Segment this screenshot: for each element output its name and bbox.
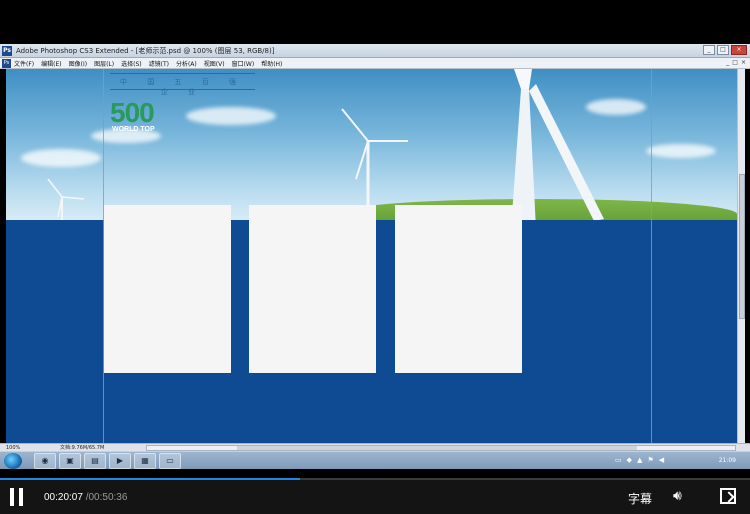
brand-number: 500 [110, 97, 155, 128]
menu-bar: Ps 文件(F) 编辑(E) 图像(I) 图层(L) 选择(S) 滤镜(T) 分… [0, 58, 750, 69]
pause-icon [10, 488, 14, 506]
content-card[interactable] [395, 205, 522, 373]
photoshop-icon: Ps [2, 45, 12, 56]
menu-select[interactable]: 选择(S) [121, 59, 142, 68]
current-time: 00:20:07 [44, 492, 83, 503]
network-icon[interactable]: ▲ [637, 456, 642, 464]
clock[interactable]: 21:09 [719, 457, 736, 464]
brand-divider [110, 73, 255, 74]
screen: Ps Adobe Photoshop CS3 Extended - [老师示范.… [0, 0, 750, 514]
pause-icon [19, 488, 23, 506]
content-card[interactable] [249, 205, 376, 373]
document-icon[interactable]: ▭ [159, 453, 181, 469]
video-player-controls: 00:20:07 /00:50:36 字幕 🔊︎ [0, 480, 750, 514]
brand-title-cn: 中 国 五 百 强 企 业 [120, 78, 245, 96]
scrollbar-thumb[interactable] [237, 446, 637, 450]
pause-button[interactable] [10, 488, 24, 506]
duration: /00:50:36 [85, 492, 128, 503]
brand-subtitle: WORLD TOP [112, 126, 155, 133]
wind-turbine-icon [341, 108, 408, 205]
guide-line [651, 69, 652, 443]
menu-view[interactable]: 视图(V) [204, 59, 225, 68]
windows-taskbar: ◉ ▣ ▤ ▶ ▦ ▭ ▭ ◆ ▲ ⚑ ◀ 21:09 [0, 451, 750, 469]
wind-turbine-icon [47, 178, 85, 221]
doc-close-button[interactable]: × [741, 59, 746, 66]
window-title: Adobe Photoshop CS3 Extended - [老师示范.psd… [16, 46, 275, 55]
menu-filter[interactable]: 滤镜(T) [149, 59, 169, 68]
wind-turbine-icon [511, 69, 604, 229]
firefox-icon[interactable]: ◉ [34, 453, 56, 469]
subtitles-button[interactable]: 字幕 [628, 490, 652, 507]
tray-icons: ▭ ◆ ▲ ⚑ ◀ [615, 456, 664, 464]
menu-edit[interactable]: 编辑(E) [41, 59, 61, 68]
system-tray: ▭ ◆ ▲ ⚑ ◀ 21:09 [610, 452, 750, 470]
folder-icon[interactable]: ▤ [84, 453, 106, 469]
menu-help[interactable]: 帮助(H) [261, 59, 282, 68]
document-controls: _ □ × [726, 59, 746, 66]
document-canvas[interactable]: 中 国 五 百 强 企 业 500 WORLD TOP [6, 69, 737, 443]
menu-image[interactable]: 图像(I) [69, 59, 87, 68]
ps-menu-icon: Ps [2, 58, 11, 68]
fullscreen-icon[interactable] [720, 488, 736, 504]
photoshop-icon[interactable]: ▣ [59, 453, 81, 469]
calculator-icon[interactable]: ▦ [134, 453, 156, 469]
speaker-icon[interactable]: ◀ [659, 456, 664, 464]
guide-line [103, 69, 104, 443]
volume-icon[interactable]: 🔊︎ [673, 488, 682, 504]
menu-layer[interactable]: 图层(L) [94, 59, 114, 68]
document-size: 文档:9.76M/65.7M [60, 445, 105, 451]
content-card[interactable] [104, 205, 231, 373]
shield-icon[interactable]: ◆ [627, 456, 632, 464]
doc-minimize-button[interactable]: _ [726, 59, 729, 66]
window-controls: _ □ × [703, 45, 747, 55]
keyboard-icon[interactable]: ▭ [615, 456, 622, 464]
maximize-button[interactable]: □ [717, 45, 729, 55]
flag-icon[interactable]: ⚑ [647, 456, 653, 464]
photoshop-title-bar: Ps Adobe Photoshop CS3 Extended - [老师示范.… [0, 44, 750, 58]
zoom-level[interactable]: 100% [0, 445, 30, 451]
menu-file[interactable]: 文件(F) [14, 59, 34, 68]
minimize-button[interactable]: _ [703, 45, 715, 55]
time-display: 00:20:07 /00:50:36 [44, 492, 127, 503]
scrollbar-thumb[interactable] [739, 174, 745, 319]
menu-analysis[interactable]: 分析(A) [176, 59, 197, 68]
menu-window[interactable]: 窗口(W) [232, 59, 255, 68]
doc-restore-button[interactable]: □ [732, 59, 738, 66]
status-bar: 100% 文档:9.76M/65.7M [0, 443, 750, 451]
vertical-scrollbar[interactable] [737, 69, 745, 443]
media-icon[interactable]: ▶ [109, 453, 131, 469]
start-button[interactable] [4, 453, 22, 469]
brand-divider [110, 89, 255, 90]
close-button[interactable]: × [731, 45, 747, 55]
